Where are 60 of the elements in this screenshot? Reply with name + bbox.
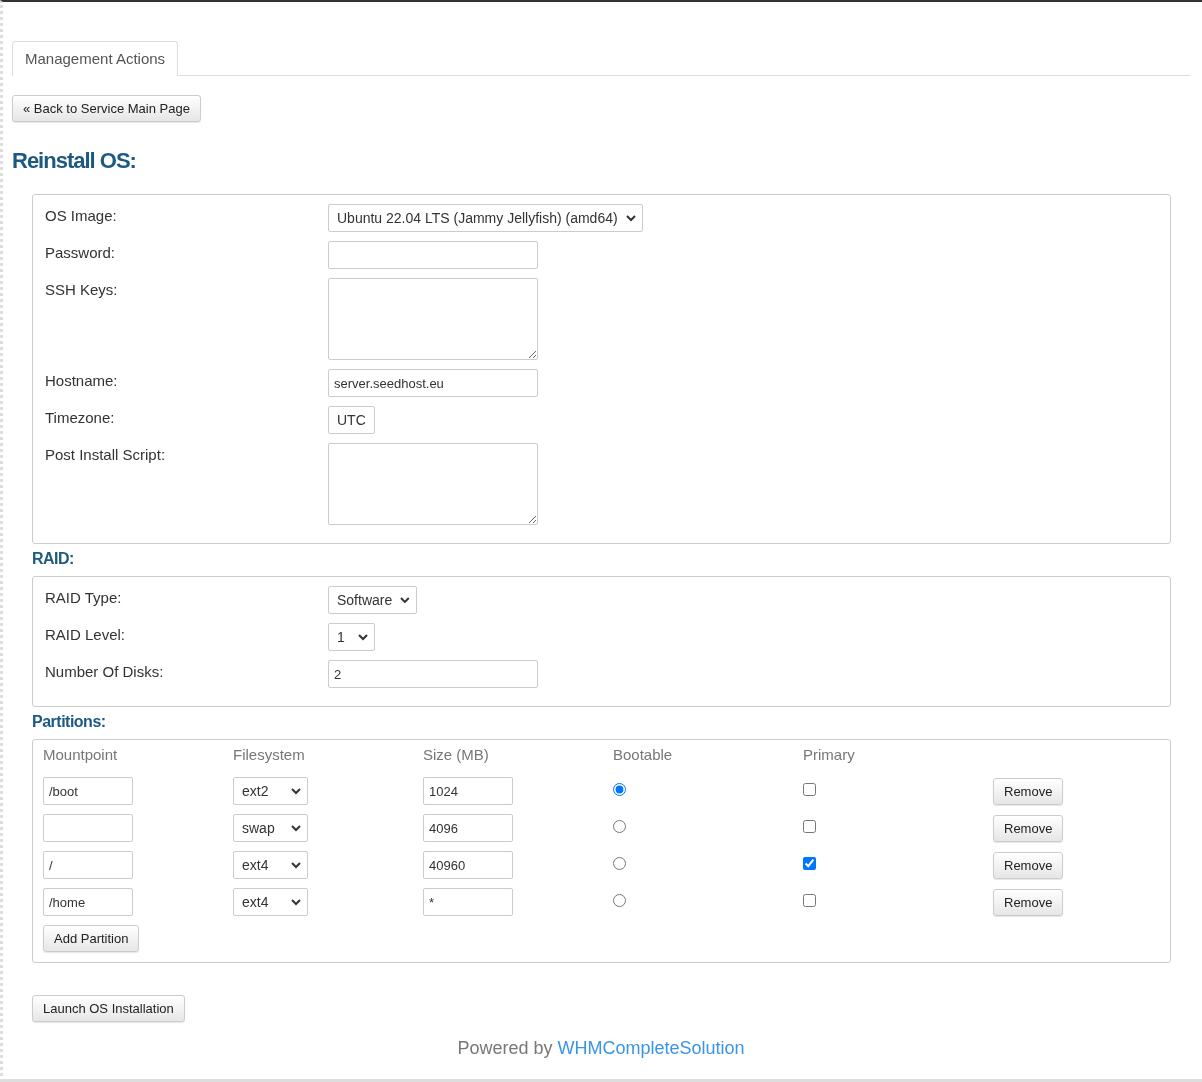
radio-button[interactable]	[613, 857, 626, 870]
checkbox[interactable]	[803, 857, 816, 870]
remove-button[interactable]: Remove	[993, 814, 1064, 842]
add-partition-button[interactable]: Add Partition	[43, 925, 140, 952]
column-header: Primary	[803, 746, 856, 765]
text-field[interactable]: 4096	[423, 814, 513, 842]
field-label: RAID Level:	[45, 625, 127, 643]
column-header: Size (MB)	[423, 746, 490, 765]
column-header: Filesystem	[233, 746, 306, 765]
dropdown[interactable]: ext4	[233, 851, 308, 879]
checkbox[interactable]	[803, 894, 816, 907]
field-label: Hostname:	[45, 371, 119, 389]
remove-button[interactable]: Remove	[993, 851, 1064, 879]
text-field[interactable]	[328, 241, 538, 269]
column-header: Mountpoint	[43, 746, 119, 765]
checkbox[interactable]	[803, 820, 816, 833]
dropdown[interactable]: Software	[328, 586, 417, 614]
chevron-down-icon	[291, 861, 301, 869]
dropdown[interactable]: UTC	[328, 406, 375, 434]
field-label: Number Of Disks:	[45, 662, 165, 680]
text-field[interactable]: 1024	[423, 777, 513, 805]
remove-button[interactable]: Remove	[993, 777, 1064, 805]
radio-button[interactable]	[613, 783, 626, 796]
checkbox[interactable]	[803, 783, 816, 796]
chevron-down-icon	[291, 824, 301, 832]
field-label: SSH Keys:	[45, 280, 119, 298]
chevron-down-icon	[625, 214, 636, 222]
page-heading: Reinstall OS:	[12, 148, 137, 174]
text-field[interactable]: /home	[43, 888, 133, 916]
radio-button[interactable]	[613, 820, 626, 833]
dropdown[interactable]: Ubuntu 22.04 LTS (Jammy Jellyfish) (amd64)	[328, 204, 643, 232]
text-field[interactable]: 40960	[423, 851, 513, 879]
dropdown[interactable]: 1	[328, 623, 375, 651]
field-label: Password:	[45, 243, 117, 261]
text-field[interactable]: /	[43, 851, 133, 879]
text-field[interactable]: server.seedhost.eu	[328, 369, 538, 397]
tab[interactable]: Management Actions	[12, 41, 179, 76]
dropdown[interactable]: ext2	[233, 777, 308, 805]
back-button[interactable]: « Back to Service Main Page	[12, 95, 201, 122]
section-heading: RAID:	[32, 550, 75, 568]
field-label: Timezone:	[45, 408, 116, 426]
field-label: Post Install Script:	[45, 445, 167, 463]
launch-button[interactable]: Launch OS Installation	[32, 995, 185, 1022]
field-label: OS Image:	[45, 206, 118, 224]
section-heading: Partitions:	[32, 713, 107, 731]
radio-button[interactable]	[613, 894, 626, 907]
dropdown[interactable]: ext4	[233, 888, 308, 916]
chevron-down-icon	[291, 787, 301, 795]
text-field[interactable]: /boot	[43, 777, 133, 805]
field-label: RAID Type:	[45, 588, 123, 606]
column-header: Bootable	[613, 746, 674, 765]
dropdown[interactable]: swap	[233, 814, 308, 842]
chevron-down-icon	[291, 898, 301, 906]
remove-button[interactable]: Remove	[993, 888, 1064, 916]
footer-text: Powered by	[457, 1038, 553, 1059]
text-field[interactable]: 2	[328, 660, 538, 688]
chevron-down-icon	[400, 596, 410, 604]
text-field[interactable]: *	[423, 888, 513, 916]
chevron-down-icon	[358, 633, 368, 641]
text-field[interactable]	[43, 814, 133, 842]
